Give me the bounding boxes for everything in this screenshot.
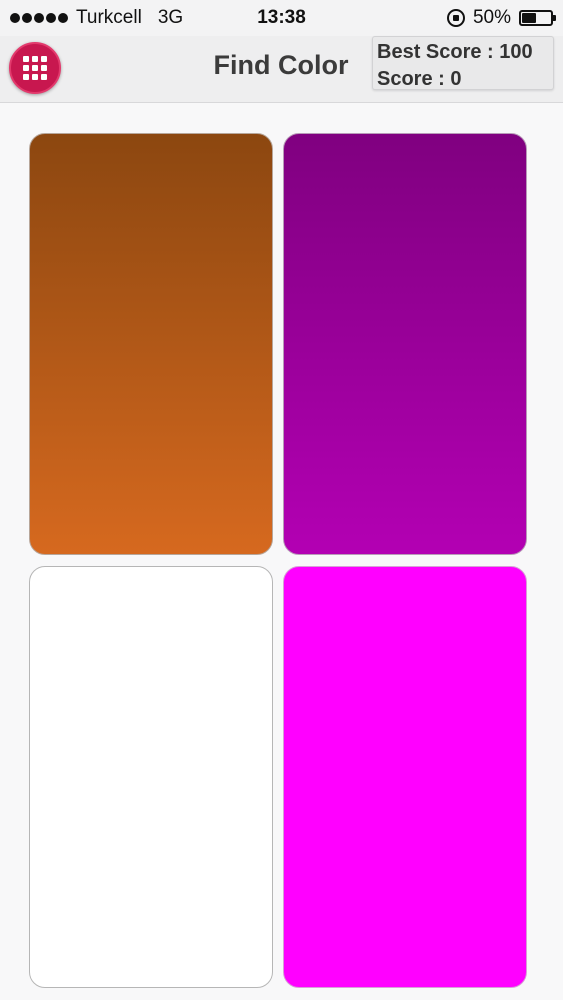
status-right: 50% [446,7,556,29]
score-text: Score : 0 [377,68,462,90]
color-tile[interactable] [283,133,527,555]
page-title: Find Color [213,50,349,80]
best-score-text: Best Score : 100 [377,41,533,63]
color-tile[interactable] [283,566,527,988]
color-tile[interactable] [29,133,273,555]
status-bar: Turkcell 3G 13:38 50% [0,0,563,36]
color-tile[interactable] [29,566,273,988]
battery-icon [519,10,556,26]
rotation-lock-icon [446,9,465,27]
grid-icon [23,56,47,80]
battery-fill [522,13,536,23]
score-box: Best Score : 100 Score : 0 [372,36,554,90]
battery-percentage: 50% [472,7,511,28]
nav-bar: Find Color Best Score : 100 Score : 0 [0,36,563,103]
menu-button[interactable] [9,42,61,94]
